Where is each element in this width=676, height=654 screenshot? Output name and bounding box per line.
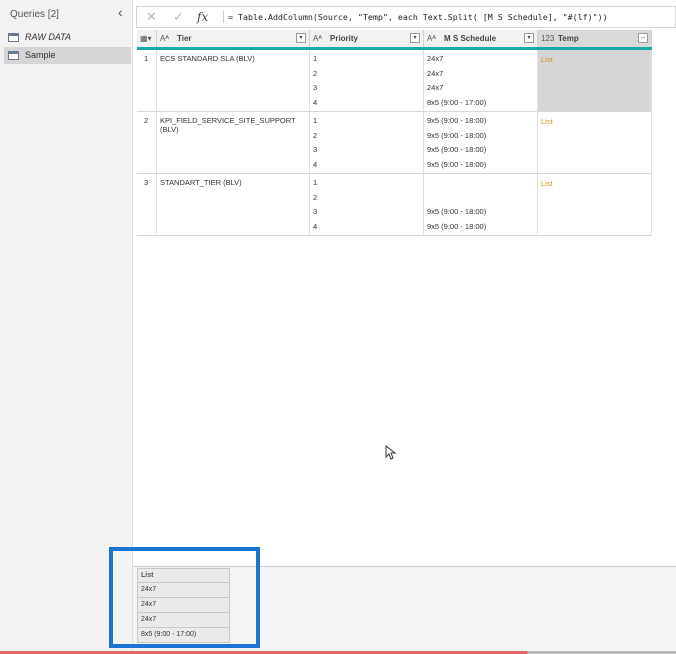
query-item-sample[interactable]: Sample — [4, 47, 131, 64]
cell-line: 1 — [313, 54, 318, 63]
tier-cell[interactable]: KPI_FIELD_SERVICE_SITE_SUPPORT (BLV) — [157, 112, 310, 174]
commit-icon[interactable]: ✓ — [173, 9, 184, 25]
queries-header: Queries [2] — [10, 9, 59, 20]
cell-line: 9x5 (9:00 - 18:00) — [427, 222, 487, 231]
fx-icon[interactable]: fx — [197, 9, 208, 25]
table-menu-button[interactable]: ▦▾ — [137, 30, 157, 47]
schedule-cell[interactable]: 24x7 24x7 24x7 8x5 (9:00 - 17:00) — [424, 50, 538, 112]
column-header-label: Temp — [558, 34, 579, 43]
list-link[interactable]: List — [538, 112, 652, 174]
query-item-raw-data[interactable]: RAW DATA — [4, 29, 131, 46]
cell-line: 24x7 — [427, 54, 444, 63]
mouse-cursor-icon — [385, 445, 397, 460]
text-type-icon[interactable]: Aᴬ — [313, 30, 322, 47]
filter-dropdown-icon[interactable]: ▾ — [524, 33, 534, 43]
cell-line: 1 — [313, 116, 318, 125]
list-link[interactable]: List — [538, 50, 652, 112]
cell-line: 9x5 (9:00 - 18:00) — [427, 145, 487, 154]
cell-line: 9x5 (9:00 - 18:00) — [427, 207, 487, 216]
query-item-label: Sample — [25, 50, 56, 60]
priority-cell[interactable]: 1 2 3 4 — [310, 50, 424, 112]
expand-column-icon[interactable]: ⇔ — [638, 33, 648, 43]
cell-line: 9x5 (9:00 - 18:00) — [427, 131, 487, 140]
text-type-icon[interactable]: Aᴬ — [160, 30, 169, 47]
table-icon — [8, 51, 19, 60]
queries-pane: Queries [2] ‹ RAW DATA Sample — [0, 0, 133, 654]
schedule-cell[interactable]: 9x5 (9:00 - 18:00) 9x5 (9:00 - 18:00) 9x… — [424, 112, 538, 174]
list-link[interactable]: List — [538, 174, 652, 236]
tier-cell[interactable]: STANDART_TIER (BLV) — [157, 174, 310, 236]
preview-value[interactable]: 24x7 — [137, 583, 230, 598]
cell-line: 1 — [313, 178, 318, 187]
cell-line: 9x5 (9:00 - 18:00) — [427, 116, 487, 125]
table-row[interactable]: 1 ECS STANDARD SLA (BLV) 1 2 3 4 24x7 24… — [137, 50, 652, 112]
cell-line: 3 — [313, 83, 318, 92]
priority-cell[interactable]: 1 2 3 4 — [310, 112, 424, 174]
table-row[interactable]: 3 STANDART_TIER (BLV) 1 2 3 4 9x5 (9:00 … — [137, 174, 652, 236]
row-number: 1 — [137, 50, 157, 112]
schedule-cell[interactable]: 9x5 (9:00 - 18:00) 9x5 (9:00 - 18:00) — [424, 174, 538, 236]
row-number: 2 — [137, 112, 157, 174]
collapse-pane-icon[interactable]: ‹ — [118, 4, 123, 20]
cell-line: 3 — [313, 207, 318, 216]
column-header-label: Tier — [177, 34, 192, 43]
cell-line: 2 — [313, 131, 318, 140]
cell-line: 8x5 (9:00 - 17:00) — [427, 98, 487, 107]
table-menu-icon: ▦▾ — [140, 34, 152, 43]
column-header-priority[interactable]: Aᴬ Priority ▾ — [310, 30, 424, 47]
table-row[interactable]: 2 KPI_FIELD_SERVICE_SITE_SUPPORT (BLV) 1… — [137, 112, 652, 174]
preview-value[interactable]: 8x5 (9:00 - 17:00) — [137, 628, 230, 643]
text-type-icon[interactable]: Aᴬ — [427, 30, 436, 47]
priority-cell[interactable]: 1 2 3 4 — [310, 174, 424, 236]
cell-line: 2 — [313, 193, 318, 202]
cell-line: 2 — [313, 69, 318, 78]
row-number: 3 — [137, 174, 157, 236]
table-icon — [8, 33, 19, 42]
column-header-schedule[interactable]: Aᴬ M S Schedule ▾ — [424, 30, 538, 47]
cell-line: 4 — [313, 222, 318, 231]
query-item-label: RAW DATA — [25, 32, 72, 42]
preview-value[interactable]: 24x7 — [137, 598, 230, 613]
cell-line: 3 — [313, 145, 318, 154]
cell-line: 9x5 (9:00 - 18:00) — [427, 160, 487, 169]
any-type-icon[interactable]: 123 — [541, 30, 554, 47]
cell-line: 4 — [313, 98, 318, 107]
column-header-label: M S Schedule — [444, 34, 497, 43]
filter-dropdown-icon[interactable]: ▾ — [410, 33, 420, 43]
filter-dropdown-icon[interactable]: ▾ — [296, 33, 306, 43]
preview-header: List — [137, 568, 230, 583]
cell-line: 24x7 — [427, 69, 444, 78]
cancel-icon[interactable]: ✕ — [146, 9, 157, 25]
formula-bar: ✕ ✓ fx = Table.AddColumn(Source, "Temp",… — [136, 6, 676, 28]
column-header-label: Priority — [330, 34, 359, 43]
formula-input[interactable]: = Table.AddColumn(Source, "Temp", each T… — [223, 11, 608, 23]
column-header-temp[interactable]: 123 Temp ⇔ — [538, 30, 652, 47]
tier-cell[interactable]: ECS STANDARD SLA (BLV) — [157, 50, 310, 112]
column-header-tier[interactable]: Aᴬ Tier ▾ — [157, 30, 310, 47]
data-grid: ▦▾ Aᴬ Tier ▾ Aᴬ Priority ▾ Aᴬ M S Schedu… — [137, 30, 652, 236]
cell-line: 4 — [313, 160, 318, 169]
cell-line: 24x7 — [427, 83, 444, 92]
preview-value[interactable]: 24x7 — [137, 613, 230, 628]
